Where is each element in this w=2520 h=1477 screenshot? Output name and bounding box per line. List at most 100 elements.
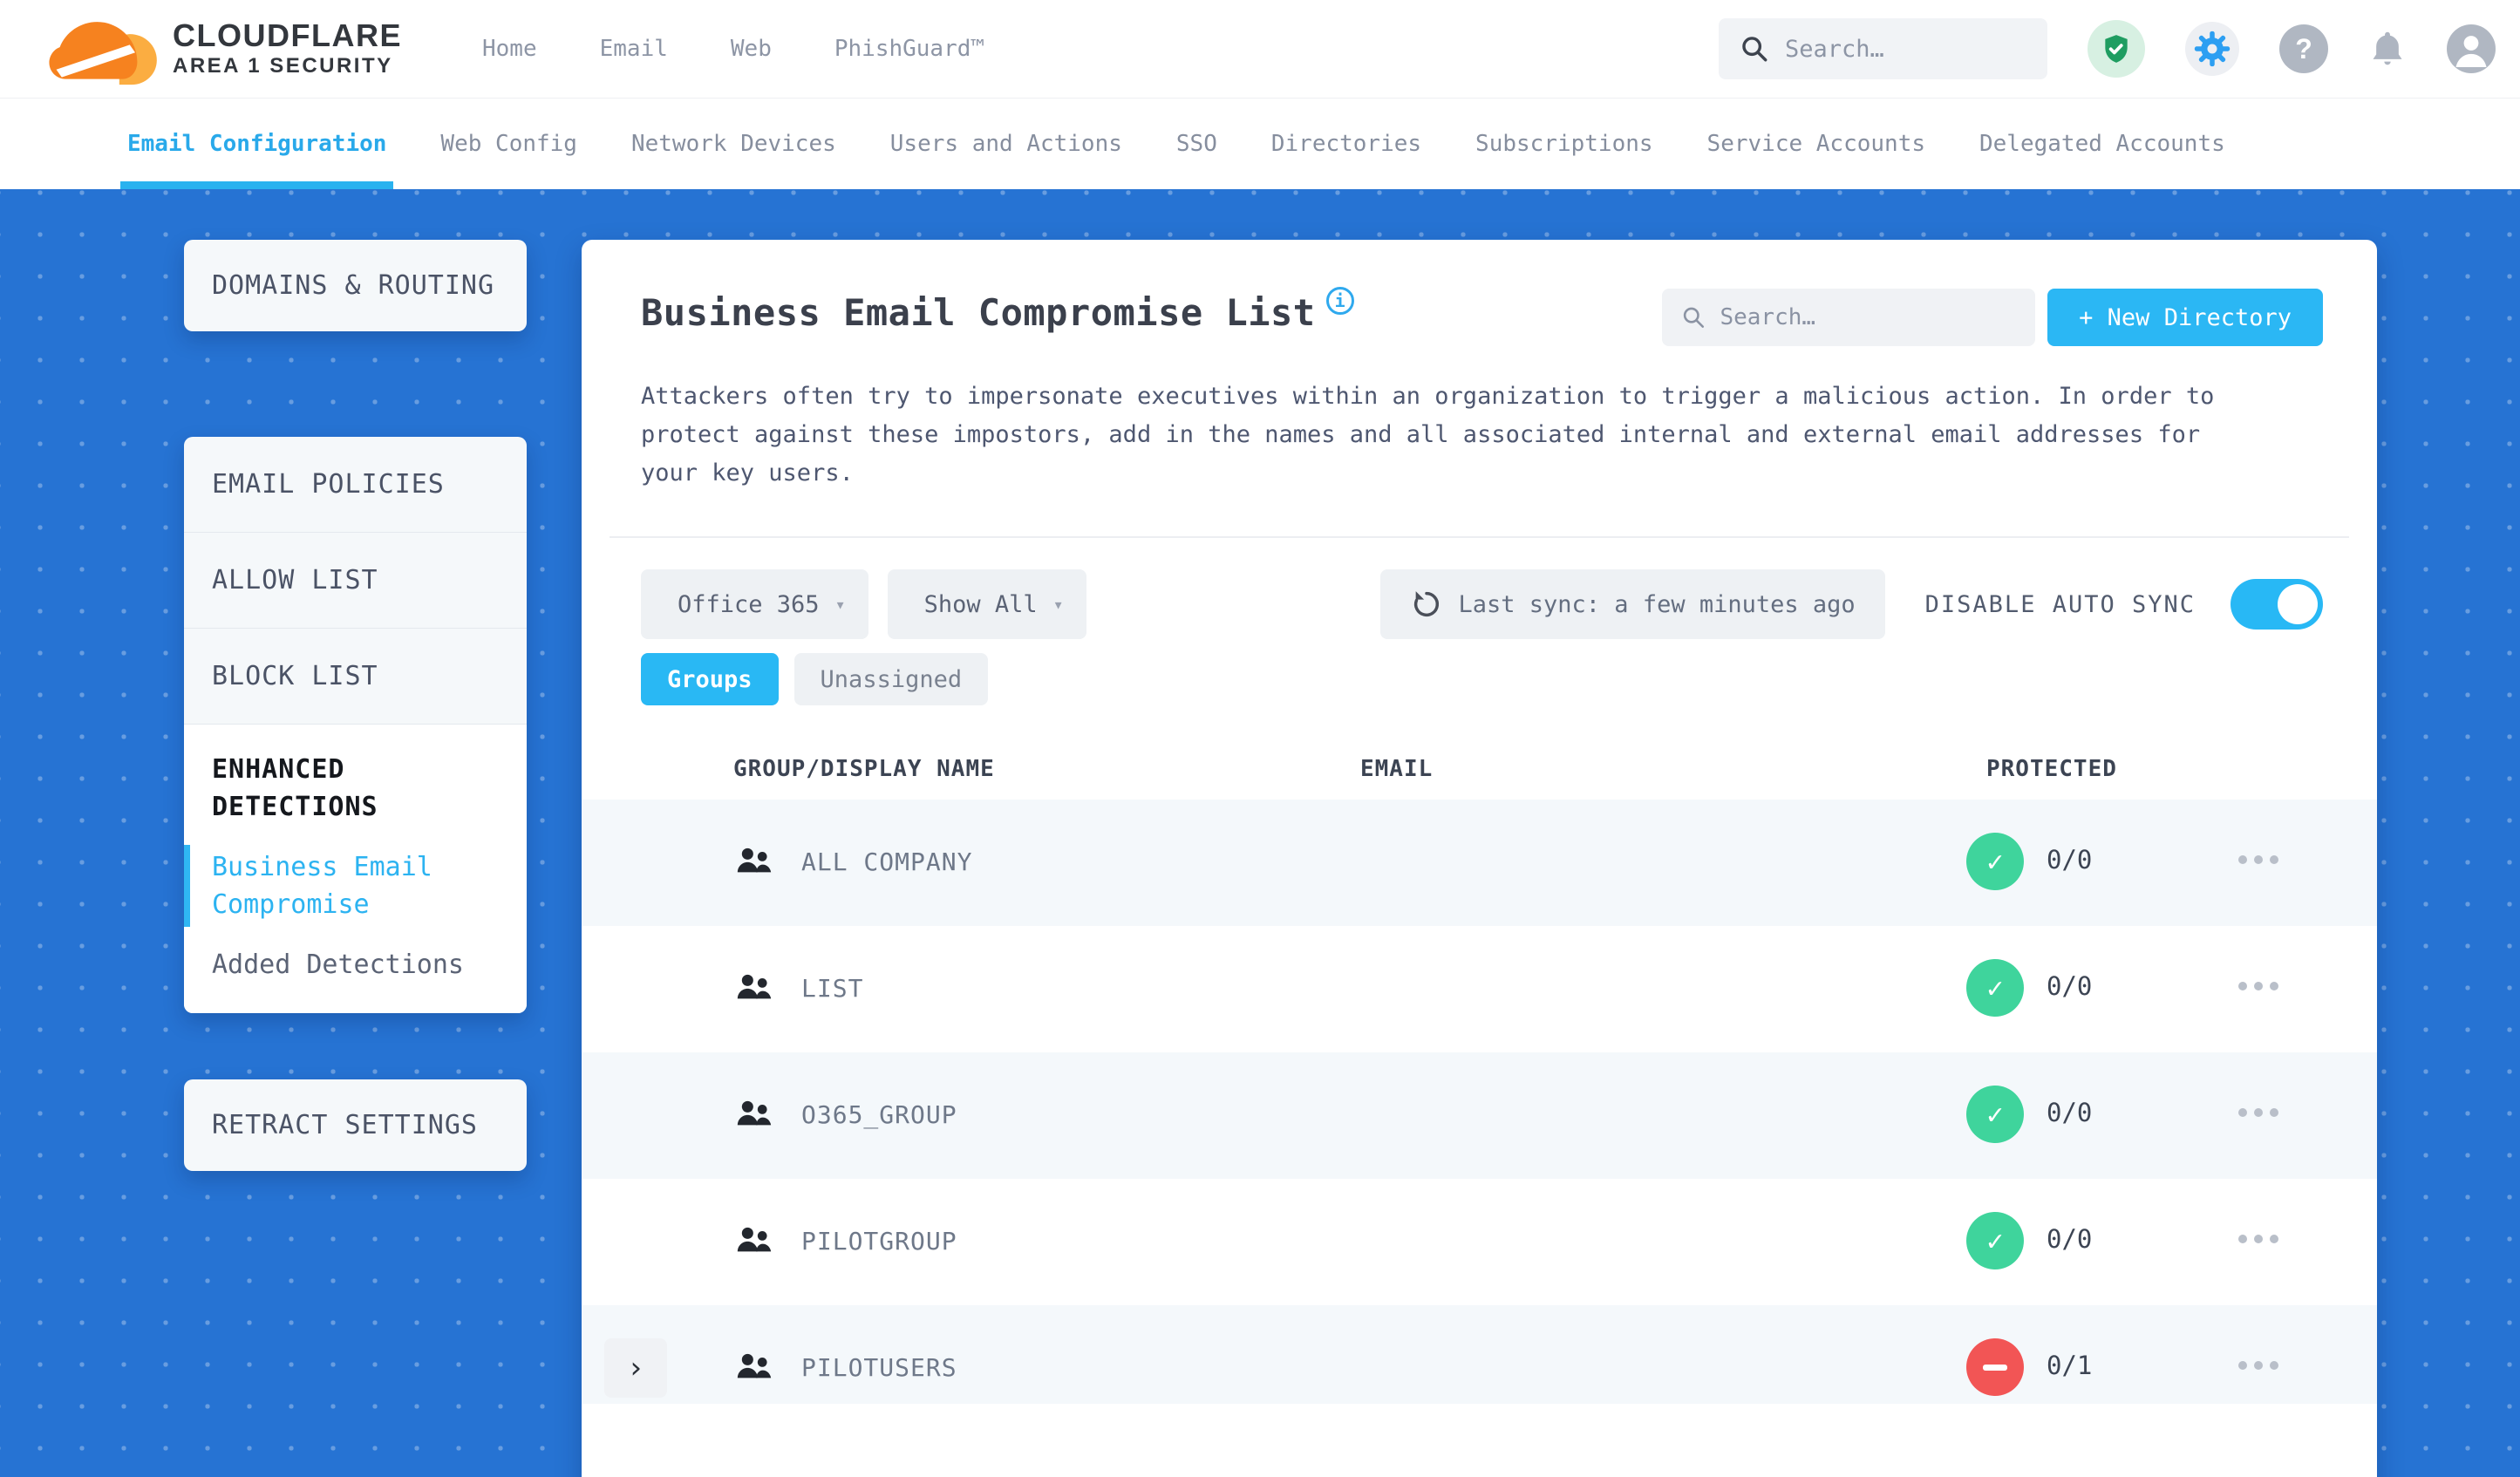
nav-web[interactable]: Web — [731, 36, 772, 62]
protected-count: 0/0 — [2047, 1098, 2093, 1127]
row-actions-button[interactable] — [2238, 1108, 2278, 1117]
primary-nav: Home Email Web PhishGuard™ — [482, 36, 984, 62]
tab-email-configuration[interactable]: Email Configuration — [119, 99, 394, 189]
row-actions-button[interactable] — [2238, 855, 2278, 864]
new-directory-button[interactable]: + New Directory — [2047, 289, 2323, 346]
notifications-button[interactable] — [2368, 28, 2407, 70]
table-header: GROUP/DISPLAY NAME EMAIL PROTECTED — [582, 744, 2377, 800]
directory-source-value: Office 365 — [678, 590, 820, 618]
nav-email[interactable]: Email — [600, 36, 668, 62]
refresh-icon — [1413, 591, 1439, 617]
group-name: PILOTUSERS — [801, 1353, 957, 1382]
tab-groups[interactable]: Groups — [641, 653, 779, 705]
column-group-display-name: GROUP/DISPLAY NAME — [733, 756, 995, 782]
section-tabbar: Email Configuration Web Config Network D… — [0, 98, 2520, 189]
protected-count: 0/1 — [2047, 1351, 2093, 1380]
sidebar-item-allow-list[interactable]: ALLOW LIST — [184, 533, 527, 629]
groups-table: GROUP/DISPLAY NAME EMAIL PROTECTED ALL C… — [582, 744, 2377, 1404]
global-search-input[interactable] — [1785, 35, 2026, 63]
page-title: Business Email Compromise List — [641, 291, 1316, 334]
auto-sync-label: DISABLE AUTO SYNC — [1924, 590, 2196, 618]
gear-icon — [2194, 31, 2231, 67]
bell-icon — [2373, 31, 2402, 65]
sidebar-item-domains-routing[interactable]: DOMAINS & ROUTING — [184, 240, 527, 331]
sidebar: DOMAINS & ROUTING EMAIL POLICIES ALLOW L… — [184, 240, 527, 1171]
shield-check-icon — [2105, 35, 2128, 63]
directory-source-dropdown[interactable]: Office 365 ▾ — [641, 569, 868, 639]
table-row[interactable]: PILOTGROUP ✓ 0/0 — [582, 1179, 2377, 1305]
info-icon[interactable]: i — [1325, 287, 1354, 315]
chevron-down-icon: ▾ — [1052, 594, 1064, 615]
list-search-input[interactable] — [1720, 304, 2017, 330]
tab-service-accounts[interactable]: Service Accounts — [1707, 99, 1925, 189]
divider — [610, 536, 2349, 538]
toggle-knob — [2278, 584, 2318, 624]
table-row[interactable]: O365_GROUP ✓ 0/0 — [582, 1052, 2377, 1179]
protected-count: 0/0 — [2047, 1224, 2093, 1254]
list-search[interactable] — [1662, 289, 2036, 346]
group-name: O365_GROUP — [801, 1100, 957, 1129]
table-row[interactable]: ALL COMPANY ✓ 0/0 — [582, 800, 2377, 926]
last-sync-button[interactable]: Last sync: a few minutes ago — [1379, 569, 1885, 639]
row-actions-button[interactable] — [2238, 982, 2278, 990]
main-panel: Business Email Compromise List i + New D… — [582, 240, 2377, 1477]
protected-count: 0/0 — [2047, 845, 2093, 875]
tab-directories[interactable]: Directories — [1271, 99, 1421, 189]
protected-ok-badge: ✓ — [1966, 1086, 2024, 1143]
check-icon: ✓ — [1986, 1224, 2004, 1257]
sidebar-item-block-list[interactable]: BLOCK LIST — [184, 629, 527, 725]
sidebar-item-enhanced-detections[interactable]: ENHANCED DETECTIONS — [212, 751, 499, 826]
brand-sub: AREA 1 SECURITY — [173, 54, 393, 78]
group-name: LIST — [801, 974, 864, 1003]
row-actions-button[interactable] — [2238, 1235, 2278, 1243]
group-icon — [734, 845, 774, 880]
tab-network-devices[interactable]: Network Devices — [631, 99, 836, 189]
auto-sync-toggle[interactable] — [2231, 579, 2323, 630]
group-icon — [734, 1351, 774, 1385]
sidebar-sub-label: Business Email Compromise — [212, 852, 432, 920]
cloudflare-logo[interactable]: CLOUDFLARE AREA 1 SECURITY — [49, 11, 402, 86]
sidebar-section-enhanced-detections: ENHANCED DETECTIONS Business Email Compr… — [184, 725, 527, 1013]
tab-web-config[interactable]: Web Config — [440, 99, 577, 189]
group-name: PILOTGROUP — [801, 1227, 957, 1256]
last-sync-text: Last sync: a few minutes ago — [1458, 590, 1856, 618]
sync-controls: Last sync: a few minutes ago DISABLE AUT… — [1379, 569, 2323, 639]
help-button[interactable]: ? — [2279, 24, 2328, 73]
account-button[interactable] — [2447, 24, 2496, 73]
brand-name: CLOUDFLARE — [173, 17, 402, 53]
table-row[interactable]: LIST ✓ 0/0 — [582, 926, 2377, 1052]
global-search[interactable] — [1719, 18, 2047, 79]
sidebar-item-business-email-compromise[interactable]: Business Email Compromise — [184, 845, 499, 927]
tab-sso[interactable]: SSO — [1176, 99, 1217, 189]
filters-row: Office 365 ▾ Show All ▾ Last sync: a few… — [582, 569, 2377, 639]
active-indicator — [184, 845, 190, 927]
sidebar-item-retract-settings[interactable]: RETRACT SETTINGS — [184, 1079, 527, 1171]
sidebar-item-added-detections[interactable]: Added Detections — [212, 946, 499, 984]
page-background: DOMAINS & ROUTING EMAIL POLICIES ALLOW L… — [0, 189, 2520, 1477]
row-actions-button[interactable] — [2238, 1361, 2278, 1370]
check-icon: ✓ — [1986, 1098, 2004, 1131]
tab-users-and-actions[interactable]: Users and Actions — [890, 99, 1122, 189]
expand-row-button[interactable]: › — [604, 1338, 667, 1398]
main-header: Business Email Compromise List i + New D… — [582, 240, 2377, 346]
group-icon — [734, 1224, 774, 1259]
cloudflare-cloud-icon — [49, 22, 157, 85]
tab-delegated-accounts[interactable]: Delegated Accounts — [1979, 99, 2225, 189]
sidebar-item-label: DOMAINS & ROUTING — [212, 270, 495, 301]
settings-button[interactable] — [2185, 22, 2239, 76]
security-status-button[interactable] — [2088, 20, 2145, 78]
protected-ok-badge: ✓ — [1966, 959, 2024, 1017]
tab-subscriptions[interactable]: Subscriptions — [1475, 99, 1653, 189]
show-filter-dropdown[interactable]: Show All ▾ — [887, 569, 1086, 639]
check-icon: ✓ — [1986, 971, 2004, 1004]
protected-ok-badge: ✓ — [1966, 833, 2024, 890]
protected-ok-badge: ✓ — [1966, 1212, 2024, 1269]
user-icon — [2455, 36, 2487, 67]
nav-home[interactable]: Home — [482, 36, 537, 62]
sidebar-item-email-policies[interactable]: EMAIL POLICIES — [184, 437, 527, 533]
tab-unassigned[interactable]: Unassigned — [793, 653, 989, 705]
search-icon — [1742, 37, 1767, 62]
nav-phishguard[interactable]: PhishGuard™ — [834, 36, 984, 62]
table-row[interactable]: › PILOTUSERS 0/1 — [582, 1305, 2377, 1404]
column-email: EMAIL — [1360, 756, 1434, 782]
